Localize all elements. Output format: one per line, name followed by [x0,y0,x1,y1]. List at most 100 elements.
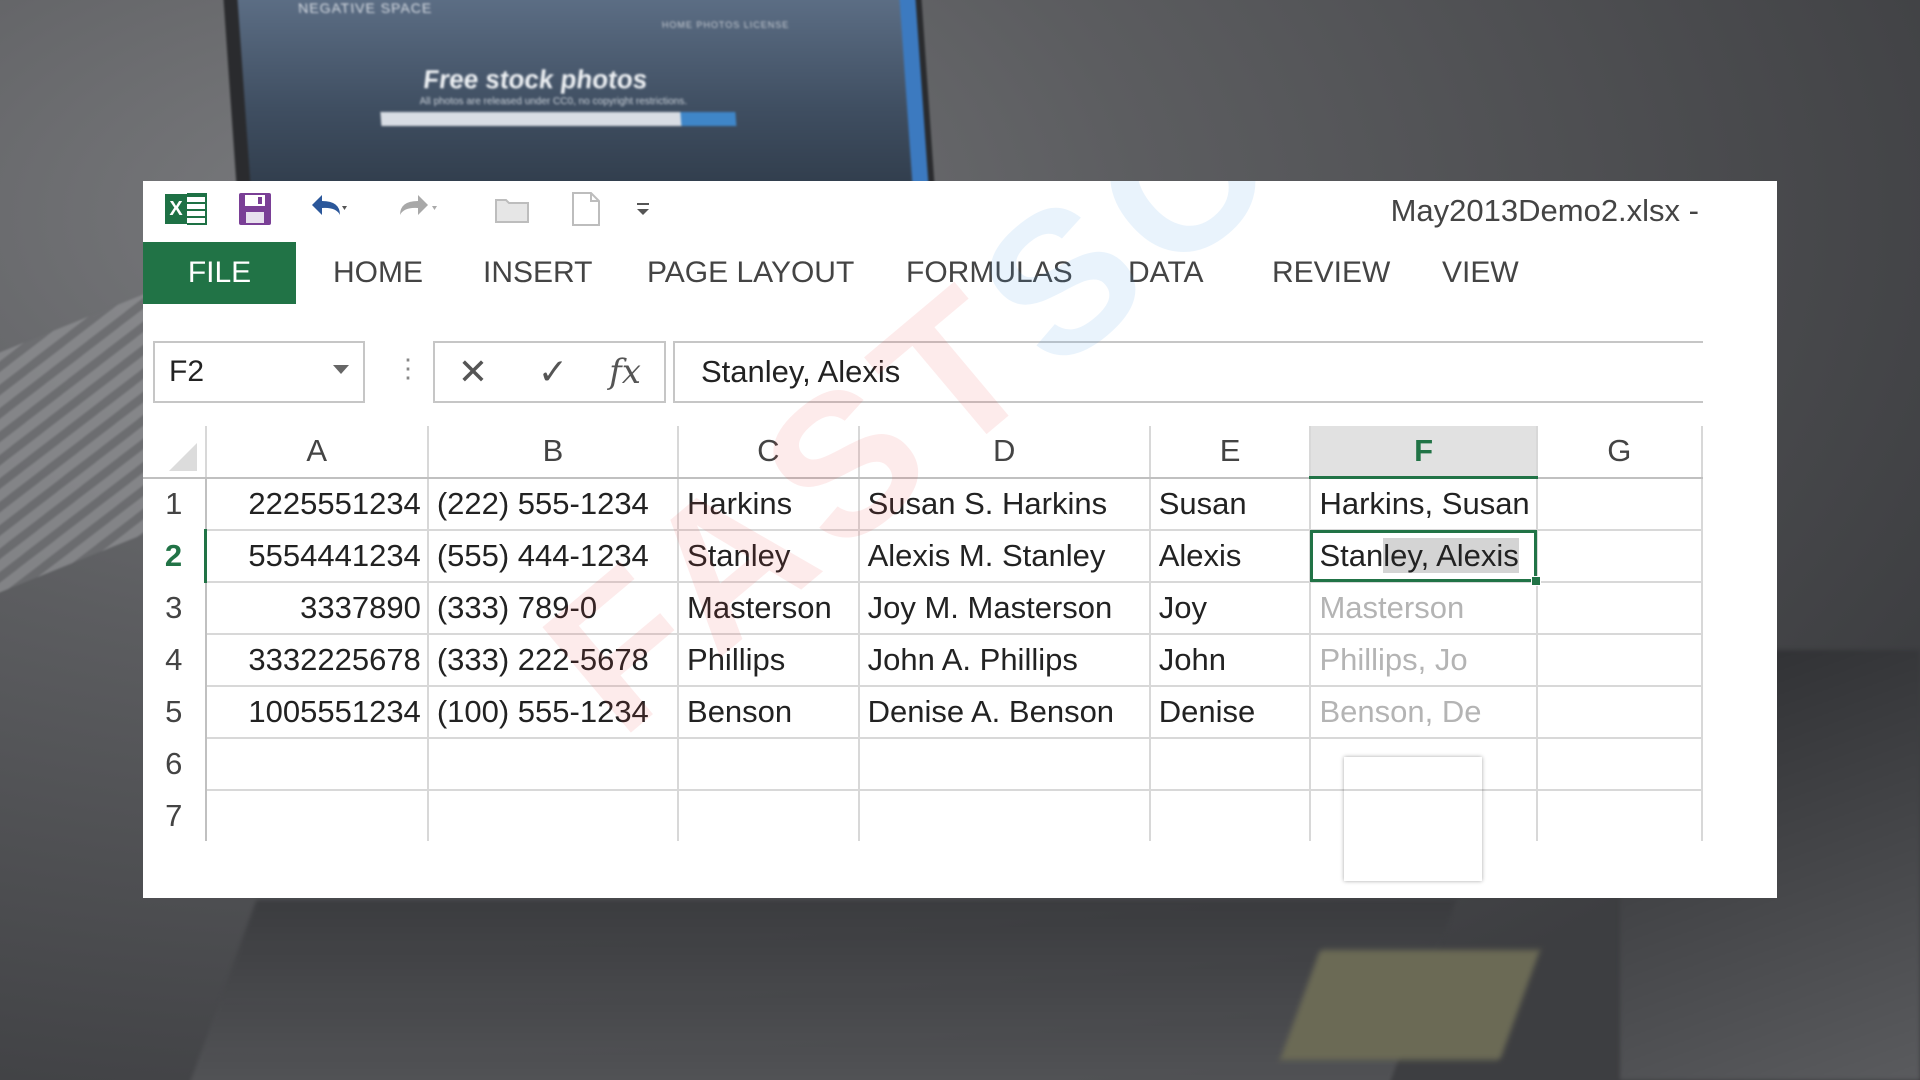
background-site-search-bar [380,112,682,126]
cell-c5[interactable]: Benson [678,686,860,739]
row-header-6[interactable]: 6 [143,738,207,790]
cell-c3[interactable]: Masterson [678,582,860,635]
cell-e6[interactable] [1149,738,1312,791]
cell-c6[interactable] [678,738,860,791]
cell-c1[interactable]: Harkins [678,477,860,531]
cell-a3[interactable]: 3337890 [205,582,429,635]
flash-fill-suggestion: ley, Alexis [1383,538,1519,573]
redo-icon[interactable] [391,189,441,229]
tab-insert[interactable]: INSERT [483,242,592,304]
cell-b6[interactable] [427,738,680,791]
table-row: 3 3337890 (333) 789-0 Masterson Joy M. M… [143,582,1704,635]
open-folder-icon[interactable] [493,189,533,229]
formula-bar-resize-handle[interactable]: ⋮ [395,355,421,381]
new-document-icon[interactable] [566,189,606,229]
tab-file[interactable]: FILE [143,242,296,304]
cell-a1[interactable]: 2225551234 [205,477,429,531]
row-header-7[interactable]: 7 [143,790,207,841]
select-all-button[interactable] [143,426,207,479]
cell-a5[interactable]: 1005551234 [205,686,429,739]
cell-f5-flash-preview[interactable]: Benson, De [1310,686,1538,739]
cell-e5[interactable]: Denise [1149,686,1312,739]
cell-d4[interactable]: John A. Phillips [858,634,1151,687]
cell-f7[interactable] [1310,790,1538,841]
insert-function-icon[interactable]: fx [595,343,655,401]
undo-icon[interactable] [303,189,353,229]
excel-window: X May2013Demo2.xlsx - FILE HOME INSERT P… [143,181,1777,898]
tab-formulas[interactable]: FORMULAS [906,242,1073,304]
formula-buttons: ✕ ✓ fx [433,341,666,403]
cell-b5[interactable]: (100) 555-1234 [427,686,680,739]
cell-e7[interactable] [1149,790,1312,841]
tab-view[interactable]: VIEW [1442,242,1519,304]
cell-c4[interactable]: Phillips [678,634,860,687]
cell-d6[interactable] [858,738,1151,791]
cell-g3[interactable] [1536,582,1704,635]
chevron-down-icon[interactable] [333,365,349,374]
cell-b1[interactable]: (222) 555-1234 [427,477,680,531]
row-header-1[interactable]: 1 [143,477,207,530]
cell-c2[interactable]: Stanley [678,530,860,583]
background-laptop-screen: NEGATIVE SPACE HOME PHOTOS LICENSE Free … [222,0,936,204]
cell-a2[interactable]: 5554441234 [205,530,429,583]
name-box[interactable]: F2 [153,341,365,403]
formula-input-value: Stanley, Alexis [701,354,901,389]
cell-e3[interactable]: Joy [1149,582,1312,635]
cell-d2[interactable]: Alexis M. Stanley [858,530,1151,583]
table-row: 4 3332225678 (333) 222-5678 Phillips Joh… [143,634,1704,687]
enter-check-icon[interactable]: ✓ [523,343,583,401]
formula-input[interactable]: Stanley, Alexis [673,341,1703,403]
cell-f4-flash-preview[interactable]: Phillips, Jo [1310,634,1538,687]
cancel-icon[interactable]: ✕ [443,343,503,401]
row-header-2[interactable]: 2 [143,530,208,582]
column-header-b[interactable]: B [427,426,680,479]
cell-g1[interactable] [1536,477,1704,531]
fill-handle[interactable] [1530,576,1541,586]
tab-data[interactable]: DATA [1128,242,1204,304]
cell-g7[interactable] [1536,790,1704,841]
cell-g2[interactable] [1536,530,1704,583]
cell-e1[interactable]: Susan [1149,477,1312,531]
tab-review[interactable]: REVIEW [1272,242,1390,304]
column-header-e[interactable]: E [1149,426,1312,479]
cell-d7[interactable] [858,790,1151,841]
cell-g6[interactable] [1536,738,1704,791]
cell-b2[interactable]: (555) 444-1234 [427,530,680,583]
cell-a4[interactable]: 3332225678 [205,634,429,687]
tab-home[interactable]: HOME [333,242,423,304]
cell-g4[interactable] [1536,634,1704,687]
column-header-c[interactable]: C [678,426,860,479]
save-icon[interactable] [235,189,275,229]
cell-d5[interactable]: Denise A. Benson [858,686,1151,739]
excel-logo-icon: X [163,189,209,229]
cell-f1[interactable]: Harkins, Susan [1310,477,1538,531]
cell-f6[interactable] [1310,738,1538,791]
cell-a6[interactable] [205,738,429,791]
cell-c7[interactable] [678,790,860,841]
customize-toolbar-icon[interactable] [628,189,658,229]
ribbon-tabs: FILE HOME INSERT PAGE LAYOUT FORMULAS DA… [143,242,1777,304]
cell-b3[interactable]: (333) 789-0 [427,582,680,635]
cell-e4[interactable]: John [1149,634,1312,687]
tab-page-layout[interactable]: PAGE LAYOUT [647,242,854,304]
cell-f3-flash-preview[interactable]: Masterson [1310,582,1538,635]
row-header-5[interactable]: 5 [143,686,207,738]
cell-a7[interactable] [205,790,429,841]
column-header-d[interactable]: D [858,426,1151,479]
cell-d1[interactable]: Susan S. Harkins [858,477,1151,531]
column-header-a[interactable]: A [205,426,429,479]
row-header-3[interactable]: 3 [143,582,207,634]
cell-b4[interactable]: (333) 222-5678 [427,634,680,687]
column-header-f[interactable]: F [1310,426,1538,479]
cell-g5[interactable] [1536,686,1704,739]
background-site-search-button [680,112,737,126]
name-box-value: F2 [169,355,205,388]
cell-d3[interactable]: Joy M. Masterson [858,582,1151,635]
cell-e2[interactable]: Alexis [1149,530,1312,583]
table-row: 5 1005551234 (100) 555-1234 Benson Denis… [143,686,1704,739]
column-header-g[interactable]: G [1536,426,1704,479]
background-site-nav: HOME PHOTOS LICENSE [661,20,790,30]
cell-b7[interactable] [427,790,680,841]
cell-f2-active[interactable]: Stanley, Alexis [1310,530,1541,586]
row-header-4[interactable]: 4 [143,634,207,686]
